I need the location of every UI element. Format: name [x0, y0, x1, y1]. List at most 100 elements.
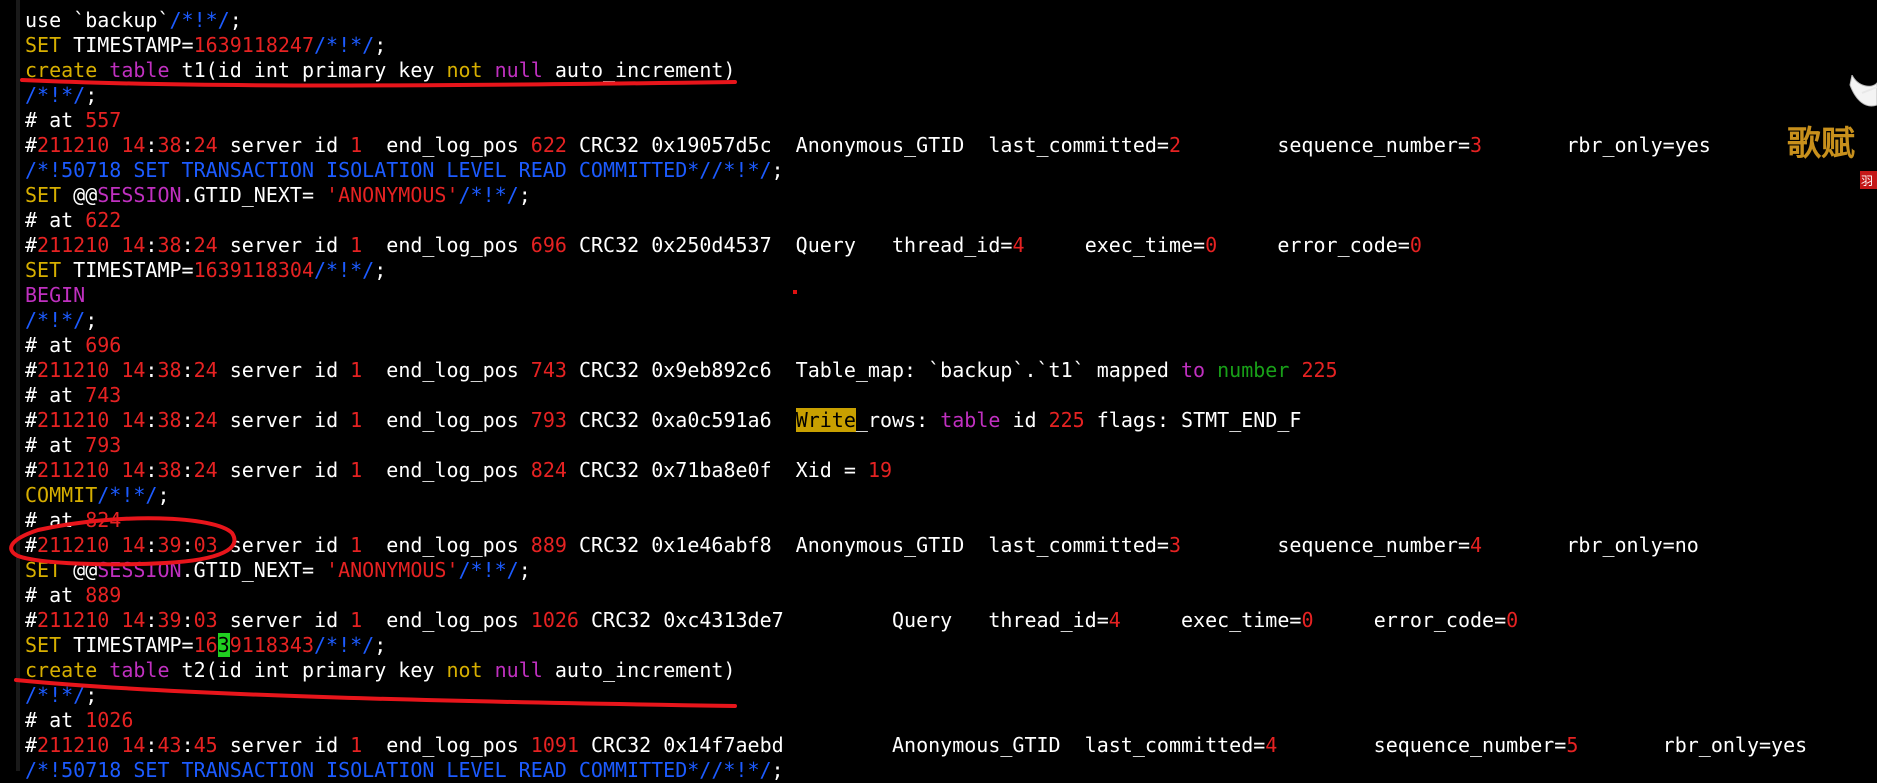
terminal-line: BEGIN	[25, 283, 1807, 308]
terminal-token: 1	[350, 733, 363, 757]
terminal-token: 0	[1506, 608, 1519, 632]
terminal-token: 1	[350, 233, 363, 257]
terminal-token: 3	[1168, 533, 1182, 557]
terminal-token: @@	[61, 558, 98, 582]
terminal-line: SET @@SESSION.GTID_NEXT= 'ANONYMOUS'/*!*…	[25, 558, 1807, 583]
terminal-token: 24	[193, 358, 218, 382]
terminal-token: ;	[85, 83, 98, 107]
terminal-token: end_log_pos	[362, 608, 531, 632]
terminal-token: ;	[157, 483, 170, 507]
terminal-token: auto_increment)	[542, 58, 736, 82]
terminal-token: ;	[374, 633, 387, 657]
terminal-token: 38	[157, 458, 182, 482]
terminal-token: /*!*/	[25, 83, 86, 107]
terminal-token: /*!50718 SET TRANSACTION ISOLATION LEVEL…	[25, 158, 772, 182]
terminal-token: 743	[85, 383, 122, 407]
calligraphy-logo: 歌赋 羽	[1782, 73, 1877, 195]
terminal-line: SET TIMESTAMP=1639118247/*!*/;	[25, 33, 1807, 58]
terminal-token: 2	[1168, 133, 1182, 157]
terminal-token: ;	[771, 758, 784, 782]
terminal-token: /*!*/	[458, 558, 519, 582]
terminal-line: #211210 14:38:24 server id 1 end_log_pos…	[25, 233, 1807, 258]
terminal-token: ;	[374, 33, 387, 57]
terminal-token: to	[1181, 358, 1206, 382]
terminal-token: COMMIT	[25, 483, 98, 507]
terminal-left-border	[16, 0, 20, 771]
terminal-token: 24	[193, 458, 218, 482]
terminal-token: t2(id int primary key	[169, 658, 447, 682]
terminal-token: 622	[85, 208, 122, 232]
terminal-token: 03	[193, 608, 218, 632]
terminal-token: null	[494, 58, 543, 82]
terminal-token: :	[181, 608, 194, 632]
terminal-token: 1639118304	[193, 258, 314, 282]
terminal-window[interactable]: use `backup`/*!*/; SET TIMESTAMP=16391182…	[0, 0, 1877, 782]
terminal-line: # at 889	[25, 583, 1807, 608]
terminal-token: sequence_number=	[1181, 133, 1470, 157]
terminal-token: ;	[85, 308, 98, 332]
binlog-output: use `backup`/*!*/; SET TIMESTAMP=16391182…	[25, 8, 1807, 783]
terminal-token: 1	[350, 533, 363, 557]
terminal-token: 696	[530, 233, 567, 257]
terminal-token: end_log_pos	[362, 408, 531, 432]
terminal-token: BEGIN	[25, 283, 86, 307]
terminal-token: ;	[85, 683, 98, 707]
terminal-token: 38	[157, 133, 182, 157]
terminal-token: rbr_only=no	[1482, 533, 1699, 557]
terminal-token: #	[25, 358, 38, 382]
terminal-token: 0	[1301, 608, 1314, 632]
terminal-token: /*!50718 SET TRANSACTION ISOLATION LEVEL…	[25, 758, 772, 782]
terminal-token: :	[181, 133, 194, 157]
terminal-token: null	[494, 658, 543, 682]
terminal-token: :	[181, 358, 194, 382]
terminal-line: #211210 14:38:24 server id 1 end_log_pos…	[25, 458, 1807, 483]
terminal-token: 211210 14	[37, 408, 146, 432]
terminal-token: :	[181, 233, 194, 257]
terminal-token: end_log_pos	[362, 533, 531, 557]
terminal-line: /*!*/;	[25, 308, 1807, 333]
terminal-token: # at	[25, 333, 86, 357]
terminal-token: #	[25, 608, 38, 632]
terminal-line: #211210 14:38:24 server id 1 end_log_pos…	[25, 358, 1807, 383]
svg-text:羽: 羽	[1861, 174, 1873, 188]
terminal-token: sequence_number=	[1181, 533, 1470, 557]
terminal-token: #	[25, 533, 38, 557]
terminal-token: :	[145, 458, 158, 482]
terminal-token: #	[25, 458, 38, 482]
terminal-line: SET @@SESSION.GTID_NEXT= 'ANONYMOUS'/*!*…	[25, 183, 1807, 208]
terminal-token: ;	[374, 258, 387, 282]
terminal-token: SET	[25, 633, 62, 657]
terminal-token: CRC32 0x9eb892c6 Table_map: `backup`.`t1…	[566, 358, 1181, 382]
terminal-token: 824	[530, 458, 567, 482]
terminal-token: 1026	[85, 708, 134, 732]
terminal-token: 211210 14	[37, 458, 146, 482]
terminal-token: error_code=	[1217, 233, 1410, 257]
terminal-token: CRC32 0x71ba8e0f Xid =	[566, 458, 868, 482]
terminal-token: # at	[25, 108, 86, 132]
terminal-token: error_code=	[1313, 608, 1507, 632]
terminal-token: # at	[25, 208, 86, 232]
terminal-token: 889	[530, 533, 567, 557]
terminal-token: ;	[771, 158, 784, 182]
terminal-token: 211210 14	[37, 533, 146, 557]
terminal-line: create table t1(id int primary key not n…	[25, 58, 1807, 83]
terminal-line: # at 696	[25, 333, 1807, 358]
terminal-token: 19	[867, 458, 893, 482]
terminal-token: SESSION	[97, 183, 182, 207]
terminal-token: SET	[25, 258, 62, 282]
terminal-token: 743	[530, 358, 567, 382]
terminal-line: SET TIMESTAMP=1639118343/*!*/;	[25, 633, 1807, 658]
terminal-token: 211210 14	[37, 608, 146, 632]
terminal-token: .GTID_NEXT=	[181, 558, 327, 582]
terminal-token: :	[181, 458, 194, 482]
terminal-token: server id	[217, 608, 351, 632]
terminal-token: end_log_pos	[362, 458, 531, 482]
terminal-token: 24	[193, 233, 218, 257]
crane-logo-icon: 歌赋 羽	[1787, 73, 1877, 189]
terminal-token: /*!*/	[314, 33, 375, 57]
terminal-token: number	[1217, 358, 1290, 382]
terminal-token: rbr_only=yes	[1482, 133, 1711, 157]
